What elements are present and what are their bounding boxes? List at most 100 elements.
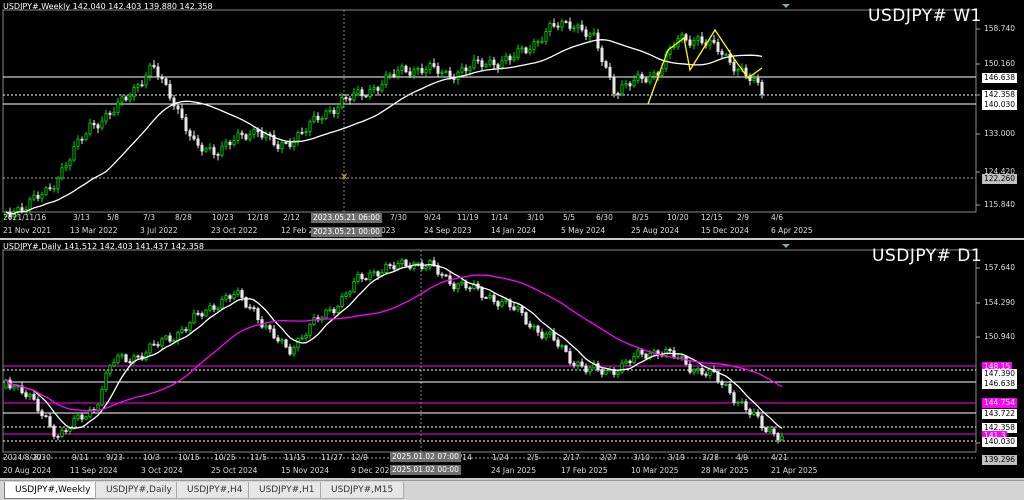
pane_d1-price-tick: 150.940 <box>984 332 1016 341</box>
pane_w1-candle-body <box>32 194 36 200</box>
pane_w1-time-tick: 1/14 <box>491 213 508 222</box>
pane_w1-candle-body <box>208 147 212 149</box>
pane_w1-candle-body <box>156 66 160 78</box>
pane_d1-candle-body <box>420 262 424 270</box>
pane_w1-candle-body <box>200 144 204 152</box>
pane_w1-candle-body <box>728 53 732 63</box>
pane_d1-time-tick: 11/15 <box>284 453 306 462</box>
pane_d1-candle-body <box>240 290 244 298</box>
pane_w1-candle-body <box>476 59 480 62</box>
pane_d1-candle-body <box>540 331 544 339</box>
daily-crosshair-time-label: 2025.01.02 07:00 <box>390 452 461 462</box>
chart-tab-2[interactable]: USDJPY#,H4 <box>176 482 254 499</box>
pane_w1-time-tick: 2021/11/16 <box>3 213 47 222</box>
pane_w1-candle-body <box>448 70 452 78</box>
pane_w1-candle-body <box>592 32 596 35</box>
pane_d1-time-tick: 4/9 <box>736 453 749 462</box>
pane_d1-time-tick: 1/24 <box>492 453 509 462</box>
weekly-chart-header: USDJPY#,Weekly 142.040 142.403 139.880 1… <box>3 2 213 11</box>
pane_d1-candle-body <box>468 287 472 290</box>
pane_w1-candle-body <box>108 112 112 115</box>
pane_w1-time-tick: 12/15 <box>701 213 723 222</box>
pane_w1-candle-body <box>568 21 572 29</box>
pane_w1-candle-body <box>424 69 428 74</box>
pane_d1-candle-body <box>400 259 404 264</box>
pane_w1-candle-body <box>48 187 52 190</box>
pane_w1-candle-body <box>444 70 448 73</box>
chart-tab-4[interactable]: USDJPY#,M15 <box>320 482 405 499</box>
pane_d1-candle-body <box>48 416 52 427</box>
pane_d1-candle-body <box>496 301 500 307</box>
pane_w1-candle-body <box>76 138 80 147</box>
pane_w1-candle-body <box>640 74 644 79</box>
pane_w1-plot-frame <box>2 9 977 213</box>
pane_w1-date-tick: 5 May 2024 <box>561 226 606 235</box>
daily-crosshair-date-label: 2025.01.02 00:00 <box>390 465 461 475</box>
pane_d1-candle-body <box>264 325 268 328</box>
pane_w1-time-tick: 2/12 <box>283 213 300 222</box>
pane_d1-candle-body <box>180 329 184 333</box>
pane_d1-candle-body <box>780 435 784 441</box>
chart-tab-1[interactable]: USDJPY#,Daily <box>95 482 183 499</box>
pane_w1-candle-body <box>432 63 436 67</box>
pane_d1-candle-body <box>28 394 32 397</box>
pane_d1-candle-body <box>232 294 236 299</box>
pane_w1-candle-body <box>556 25 560 28</box>
pane_d1-candle-body <box>736 401 740 404</box>
chart-pane-daily[interactable]: USDJPY#,Daily 141.512 142.403 141.437 14… <box>0 240 1024 478</box>
pane_d1-candle-body <box>148 343 152 354</box>
pane_d1-candle-body <box>764 427 768 433</box>
pane_w1-date-tick: 23 Oct 2022 <box>211 226 258 235</box>
pane_w1-candle-body <box>700 36 704 44</box>
pane_w1-candle-body <box>368 88 372 97</box>
pane_d1-candle-body <box>248 306 252 309</box>
pane_w1-candle-body <box>332 109 336 114</box>
pane_w1-candle-body <box>84 133 88 141</box>
pane_d1-price-tick: 154.290 <box>984 298 1016 307</box>
pane_d1-candle-body <box>668 349 672 352</box>
pane_d1-candle-body <box>184 329 188 331</box>
pane_w1-candle-body <box>392 73 396 77</box>
pane_d1-candle-body <box>164 335 168 340</box>
pane_d1-time-tick: 12/9 <box>351 453 368 462</box>
pane_w1-candle-body <box>460 67 464 73</box>
pane_d1-candle-body <box>500 301 504 307</box>
pane_w1-candle-body <box>412 69 416 76</box>
pane_w1-candle-body <box>192 135 196 140</box>
pane_w1-candle-body <box>168 84 172 99</box>
pane_d1-candle-body <box>364 278 368 281</box>
pane_w1-candle-body <box>300 132 304 134</box>
pane_d1-candle-body <box>512 306 516 311</box>
pane_d1-candle-body <box>84 416 88 420</box>
daily-chart-canvas[interactable] <box>0 240 1024 478</box>
pane_d1-candle-body <box>460 281 464 285</box>
pane_w1-candle-body <box>720 51 724 55</box>
weekly-chart-canvas[interactable]: ✕ <box>0 0 1024 238</box>
pane_d1-date-tick: 20 Aug 2024 <box>3 466 52 475</box>
pane_w1-candle-body <box>612 76 616 94</box>
chart-pane-weekly[interactable]: ✕ USDJPY#,Weekly 142.040 142.403 139.880… <box>0 0 1024 238</box>
daily-shift-marker <box>782 244 790 248</box>
pane_w1-candle-body <box>524 47 528 54</box>
pane_w1-candle-body <box>468 67 472 72</box>
pane_w1-candle-body <box>248 134 252 140</box>
pane_d1-candle-body <box>488 295 492 298</box>
pane_d1-time-tick: 9/23 <box>106 453 123 462</box>
pane_w1-candle-body <box>56 177 60 189</box>
pane_d1-candle-body <box>368 272 372 280</box>
chart-tab-3[interactable]: USDJPY#,H1 <box>248 482 326 499</box>
pane_w1-candle-body <box>36 194 40 199</box>
pane_d1-candle-body <box>348 291 352 295</box>
pane_w1-candle-body <box>716 42 720 52</box>
pane_w1-candle-body <box>652 72 656 77</box>
chart-tab-0[interactable]: USDJPY#,Weekly <box>4 482 102 499</box>
pane_w1-candle-body <box>152 64 156 68</box>
pane_d1-candle-body <box>64 430 68 432</box>
pane_w1-candle-body <box>20 207 24 212</box>
pane_w1-candle-body <box>484 63 488 67</box>
pane_w1-candle-body <box>548 23 552 32</box>
pane_w1-candle-body <box>644 78 648 83</box>
pane_d1-candle-body <box>644 353 648 359</box>
pane_d1-candle-body <box>252 307 256 310</box>
pane_d1-candle-body <box>284 339 288 348</box>
